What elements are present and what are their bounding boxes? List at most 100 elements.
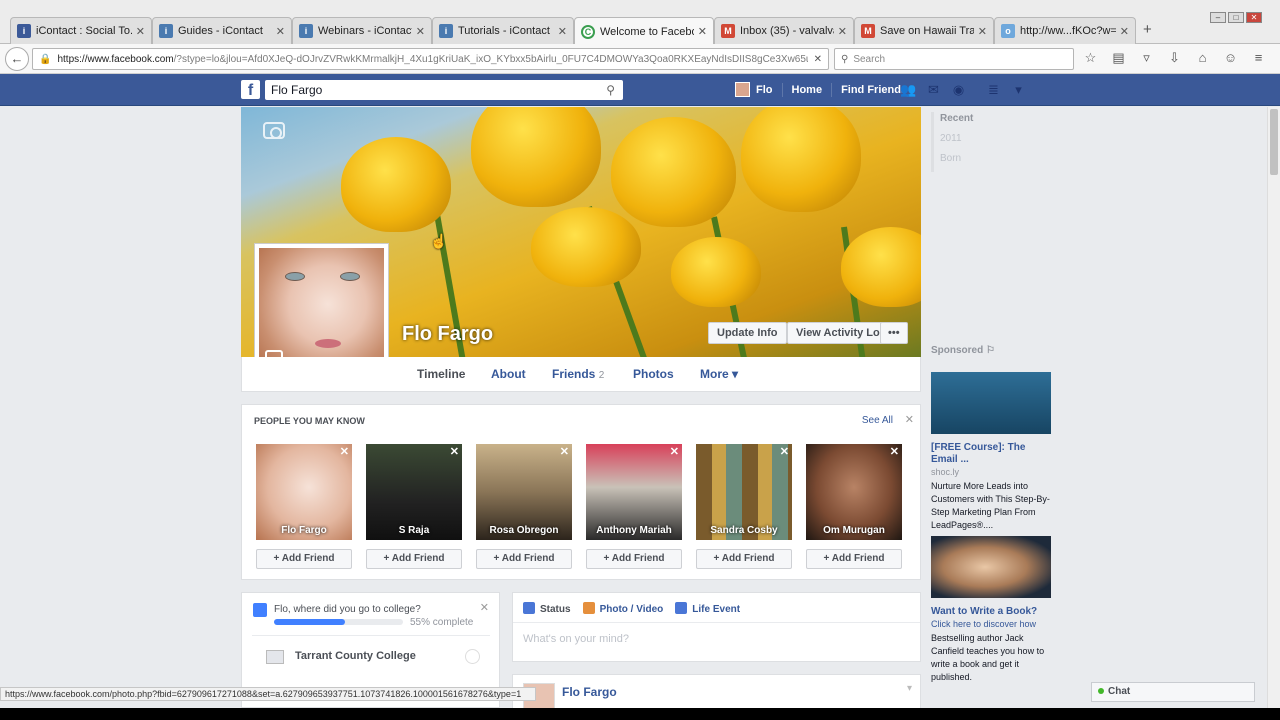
ad-image[interactable] xyxy=(931,536,1051,598)
tab-about[interactable]: About xyxy=(491,367,526,381)
person-name[interactable]: Sandra Cosby xyxy=(696,525,792,536)
chat-icon[interactable]: ☺ xyxy=(1222,49,1239,67)
maximize-icon[interactable]: □ xyxy=(1228,12,1244,23)
friend-requests-icon[interactable]: 👥 xyxy=(900,82,917,98)
rail-item-born[interactable]: Born xyxy=(940,152,973,172)
life-event-tab[interactable]: Life Event xyxy=(675,602,740,615)
person-photo[interactable]: ✕ Om Murugan xyxy=(806,444,902,540)
pocket-icon[interactable]: ▿ xyxy=(1138,49,1155,67)
ad-title[interactable]: [FREE Course]: The Email ... xyxy=(931,442,1051,466)
close-icon[interactable]: ✕ xyxy=(670,445,679,458)
camera-icon[interactable] xyxy=(263,122,285,139)
facebook-search-input[interactable]: Flo Fargo ⚲ xyxy=(265,80,623,100)
back-button[interactable]: ← xyxy=(5,47,29,71)
close-icon[interactable]: ✕ xyxy=(480,601,489,614)
person-name[interactable]: Om Murugan xyxy=(806,525,902,536)
privacy-shortcuts-icon[interactable]: ≣ xyxy=(985,82,1002,98)
scrollbar[interactable] xyxy=(1267,107,1280,708)
person-name[interactable]: Anthony Mariah xyxy=(586,525,682,536)
browser-tab[interactable]: i Tutorials - iContact ✕ xyxy=(432,17,574,44)
close-icon[interactable]: ✕ xyxy=(1120,25,1129,38)
close-icon[interactable]: ✕ xyxy=(905,413,914,426)
person-name[interactable]: Flo Fargo xyxy=(256,525,352,536)
close-icon[interactable]: ✕ xyxy=(698,25,707,38)
ad-choices-icon[interactable]: ⚐ xyxy=(986,345,995,356)
chevron-down-icon[interactable]: ▾ xyxy=(907,683,912,694)
browser-tab[interactable]: o http://ww...fKOc?w=4 ✕ xyxy=(994,17,1136,44)
add-friend-button[interactable]: + Add Friend xyxy=(806,549,902,569)
close-icon[interactable]: ✕ xyxy=(838,25,847,38)
add-friend-button[interactable]: + Add Friend xyxy=(696,549,792,569)
person-photo[interactable]: ✕ Flo Fargo xyxy=(256,444,352,540)
bookmark-star-icon[interactable]: ☆ xyxy=(1082,49,1099,67)
rail-item-2011[interactable]: 2011 xyxy=(940,132,973,152)
see-all-link[interactable]: See All xyxy=(862,415,893,426)
close-icon[interactable]: ✕ xyxy=(780,445,789,458)
download-icon[interactable]: ⇩ xyxy=(1166,49,1183,67)
facebook-logo[interactable]: f xyxy=(241,80,260,99)
browser-tab[interactable]: M Save on Hawaii Trav... ✕ xyxy=(854,17,994,44)
post-author[interactable]: Flo Fargo xyxy=(562,685,617,699)
add-friend-button[interactable]: + Add Friend xyxy=(256,549,352,569)
person-photo[interactable]: ✕ Rosa Obregon xyxy=(476,444,572,540)
browser-tab[interactable]: i Guides - iContact ✕ xyxy=(152,17,292,44)
close-icon[interactable]: ✕ xyxy=(276,25,285,38)
close-icon[interactable]: ✕ xyxy=(416,25,425,38)
status-tab[interactable]: Status xyxy=(523,602,571,615)
ad-unit[interactable]: Want to Write a Book? Click here to disc… xyxy=(931,536,1051,684)
close-icon[interactable]: ✕ xyxy=(978,25,987,38)
ad-title[interactable]: Want to Write a Book? xyxy=(931,606,1051,618)
browser-tab-active[interactable]: C Welcome to Facebo... ✕ xyxy=(574,17,714,45)
stop-icon[interactable]: ✕ xyxy=(814,54,822,65)
person-photo[interactable]: ✕ S Raja xyxy=(366,444,462,540)
nav-profile-link[interactable]: Flo xyxy=(756,84,773,96)
nav-home-link[interactable]: Home xyxy=(792,84,823,96)
close-icon[interactable]: ✕ xyxy=(558,25,567,38)
tab-friends[interactable]: Friends 2 xyxy=(552,367,604,381)
tab-more[interactable]: More ▾ xyxy=(700,367,738,381)
add-friend-button[interactable]: + Add Friend xyxy=(586,549,682,569)
close-icon[interactable]: ✕ xyxy=(560,445,569,458)
nav-find-friends-link[interactable]: Find Friends xyxy=(841,84,907,96)
account-dropdown-icon[interactable]: ▾ xyxy=(1010,82,1027,98)
browser-tab[interactable]: i Webinars - iContact ✕ xyxy=(292,17,432,44)
reading-list-icon[interactable]: ▤ xyxy=(1110,49,1127,67)
messages-icon[interactable]: ✉ xyxy=(925,82,942,98)
search-icon[interactable]: ⚲ xyxy=(606,80,615,100)
minimize-icon[interactable]: – xyxy=(1210,12,1226,23)
more-options-button[interactable]: ••• xyxy=(880,322,908,344)
new-tab-button[interactable]: + xyxy=(1143,21,1152,38)
ad-subtitle[interactable]: Click here to discover how xyxy=(931,618,1051,630)
close-icon[interactable]: ✕ xyxy=(340,445,349,458)
add-friend-button[interactable]: + Add Friend xyxy=(476,549,572,569)
update-info-button[interactable]: Update Info xyxy=(708,322,787,344)
browser-tab[interactable]: i iContact : Social To... ✕ xyxy=(10,17,152,44)
browser-tab[interactable]: M Inbox (35) - valvalval... ✕ xyxy=(714,17,854,44)
ad-image[interactable] xyxy=(931,372,1051,434)
status-input[interactable]: What's on your mind? xyxy=(523,633,629,645)
chat-bar[interactable]: Chat xyxy=(1091,682,1255,702)
rail-item-recent[interactable]: Recent xyxy=(940,112,973,132)
ad-unit[interactable]: [FREE Course]: The Email ... shoc.ly Nur… xyxy=(931,372,1051,532)
photo-video-tab[interactable]: Photo / Video xyxy=(582,602,663,615)
tab-photos[interactable]: Photos xyxy=(633,367,674,381)
profile-name[interactable]: Flo Fargo xyxy=(402,323,493,346)
notifications-icon[interactable]: ◉ xyxy=(950,82,967,98)
browser-search-input[interactable]: ⚲ Search xyxy=(834,48,1074,70)
menu-icon[interactable]: ≡ xyxy=(1250,49,1267,67)
close-icon[interactable]: ✕ xyxy=(136,25,145,38)
close-window-icon[interactable]: ✕ xyxy=(1246,12,1262,23)
add-friend-button[interactable]: + Add Friend xyxy=(366,549,462,569)
tab-timeline[interactable]: Timeline xyxy=(417,367,465,381)
address-bar[interactable]: 🔒 https://www.facebook.com/?stype=lo&jlo… xyxy=(32,48,829,70)
college-option[interactable]: Tarrant County College xyxy=(252,635,490,675)
home-icon[interactable]: ⌂ xyxy=(1194,49,1211,67)
close-icon[interactable]: ✕ xyxy=(890,445,899,458)
close-icon[interactable]: ✕ xyxy=(450,445,459,458)
select-radio[interactable] xyxy=(465,649,480,664)
person-name[interactable]: S Raja xyxy=(366,525,462,536)
person-name[interactable]: Rosa Obregon xyxy=(476,525,572,536)
person-photo[interactable]: ✕ Sandra Cosby xyxy=(696,444,792,540)
person-photo[interactable]: ✕ Anthony Mariah xyxy=(586,444,682,540)
avatar[interactable] xyxy=(735,82,750,97)
